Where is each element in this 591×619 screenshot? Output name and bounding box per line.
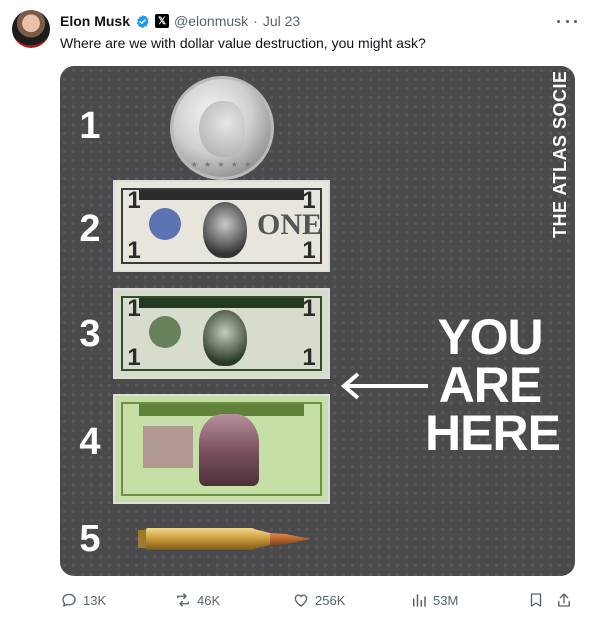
author-name[interactable]: Elon Musk [60,13,130,29]
federal-reserve-banknote: 1 1 1 1 [113,288,330,379]
reply-icon [62,593,76,607]
you-are-here-label: YOU ARE HERE [425,309,561,461]
views-chart-icon [413,594,426,607]
repost-button[interactable]: 46K [174,589,220,611]
action-bar: 13K 46K 256K 53M [60,589,575,611]
item-number-2: 2 [79,208,101,250]
zimbabwe-trillion-banknote [113,394,330,504]
reply-count: 13K [83,592,107,608]
bookmark-button[interactable] [527,589,545,611]
overlay-line-are: ARE [438,357,543,413]
heart-icon [294,594,308,607]
share-icon [558,593,570,607]
item-number-4: 4 [79,421,101,463]
like-button[interactable]: 256K [292,589,345,611]
like-count: 256K [315,592,346,608]
item-number-5: 5 [79,518,101,560]
verified-badge-icon [136,14,149,28]
repost-count: 46K [197,592,221,608]
author-handle[interactable]: @elonmusk [174,13,248,29]
bullet-cartridge-illustration [138,528,311,550]
silver-dollar-coin: ★ ★ ★ ★ ★ [170,76,274,180]
post-date[interactable]: Jul 23 [263,13,300,29]
views-button[interactable]: 53M [410,589,458,611]
separator-dot: · [253,13,258,29]
share-button[interactable] [555,589,573,611]
overlay-line-here: HERE [425,405,561,461]
x-affiliation-icon: 𝕏 [155,14,170,28]
tweet-header: Elon Musk 𝕏 @elonmusk · Jul 23 [60,12,300,30]
item-number-1: 1 [79,105,101,147]
item-number-3: 3 [79,313,101,355]
atlas-society-watermark: THE ATLAS SOCIETY [550,72,570,238]
bookmark-icon [530,593,542,607]
avatar[interactable] [12,10,50,48]
tweet-text: Where are we with dollar value destructi… [60,35,426,51]
left-arrow-icon [340,372,428,400]
reply-button[interactable]: 13K [60,589,106,611]
tweet-image[interactable]: THE ATLAS SOCIETY 1 2 3 4 5 ★ ★ ★ ★ ★ ON… [60,66,575,576]
overlay-line-you: YOU [437,309,543,365]
svg-text:THE ATLAS SOCIETY: THE ATLAS SOCIETY [550,72,570,238]
silver-certificate-banknote: ONE 1 1 1 1 [113,180,330,272]
view-count: 53M [433,592,459,608]
more-options-icon[interactable] [557,12,577,30]
repost-icon [177,593,189,607]
tweet-post: Elon Musk 𝕏 @elonmusk · Jul 23 Where are… [0,0,591,619]
